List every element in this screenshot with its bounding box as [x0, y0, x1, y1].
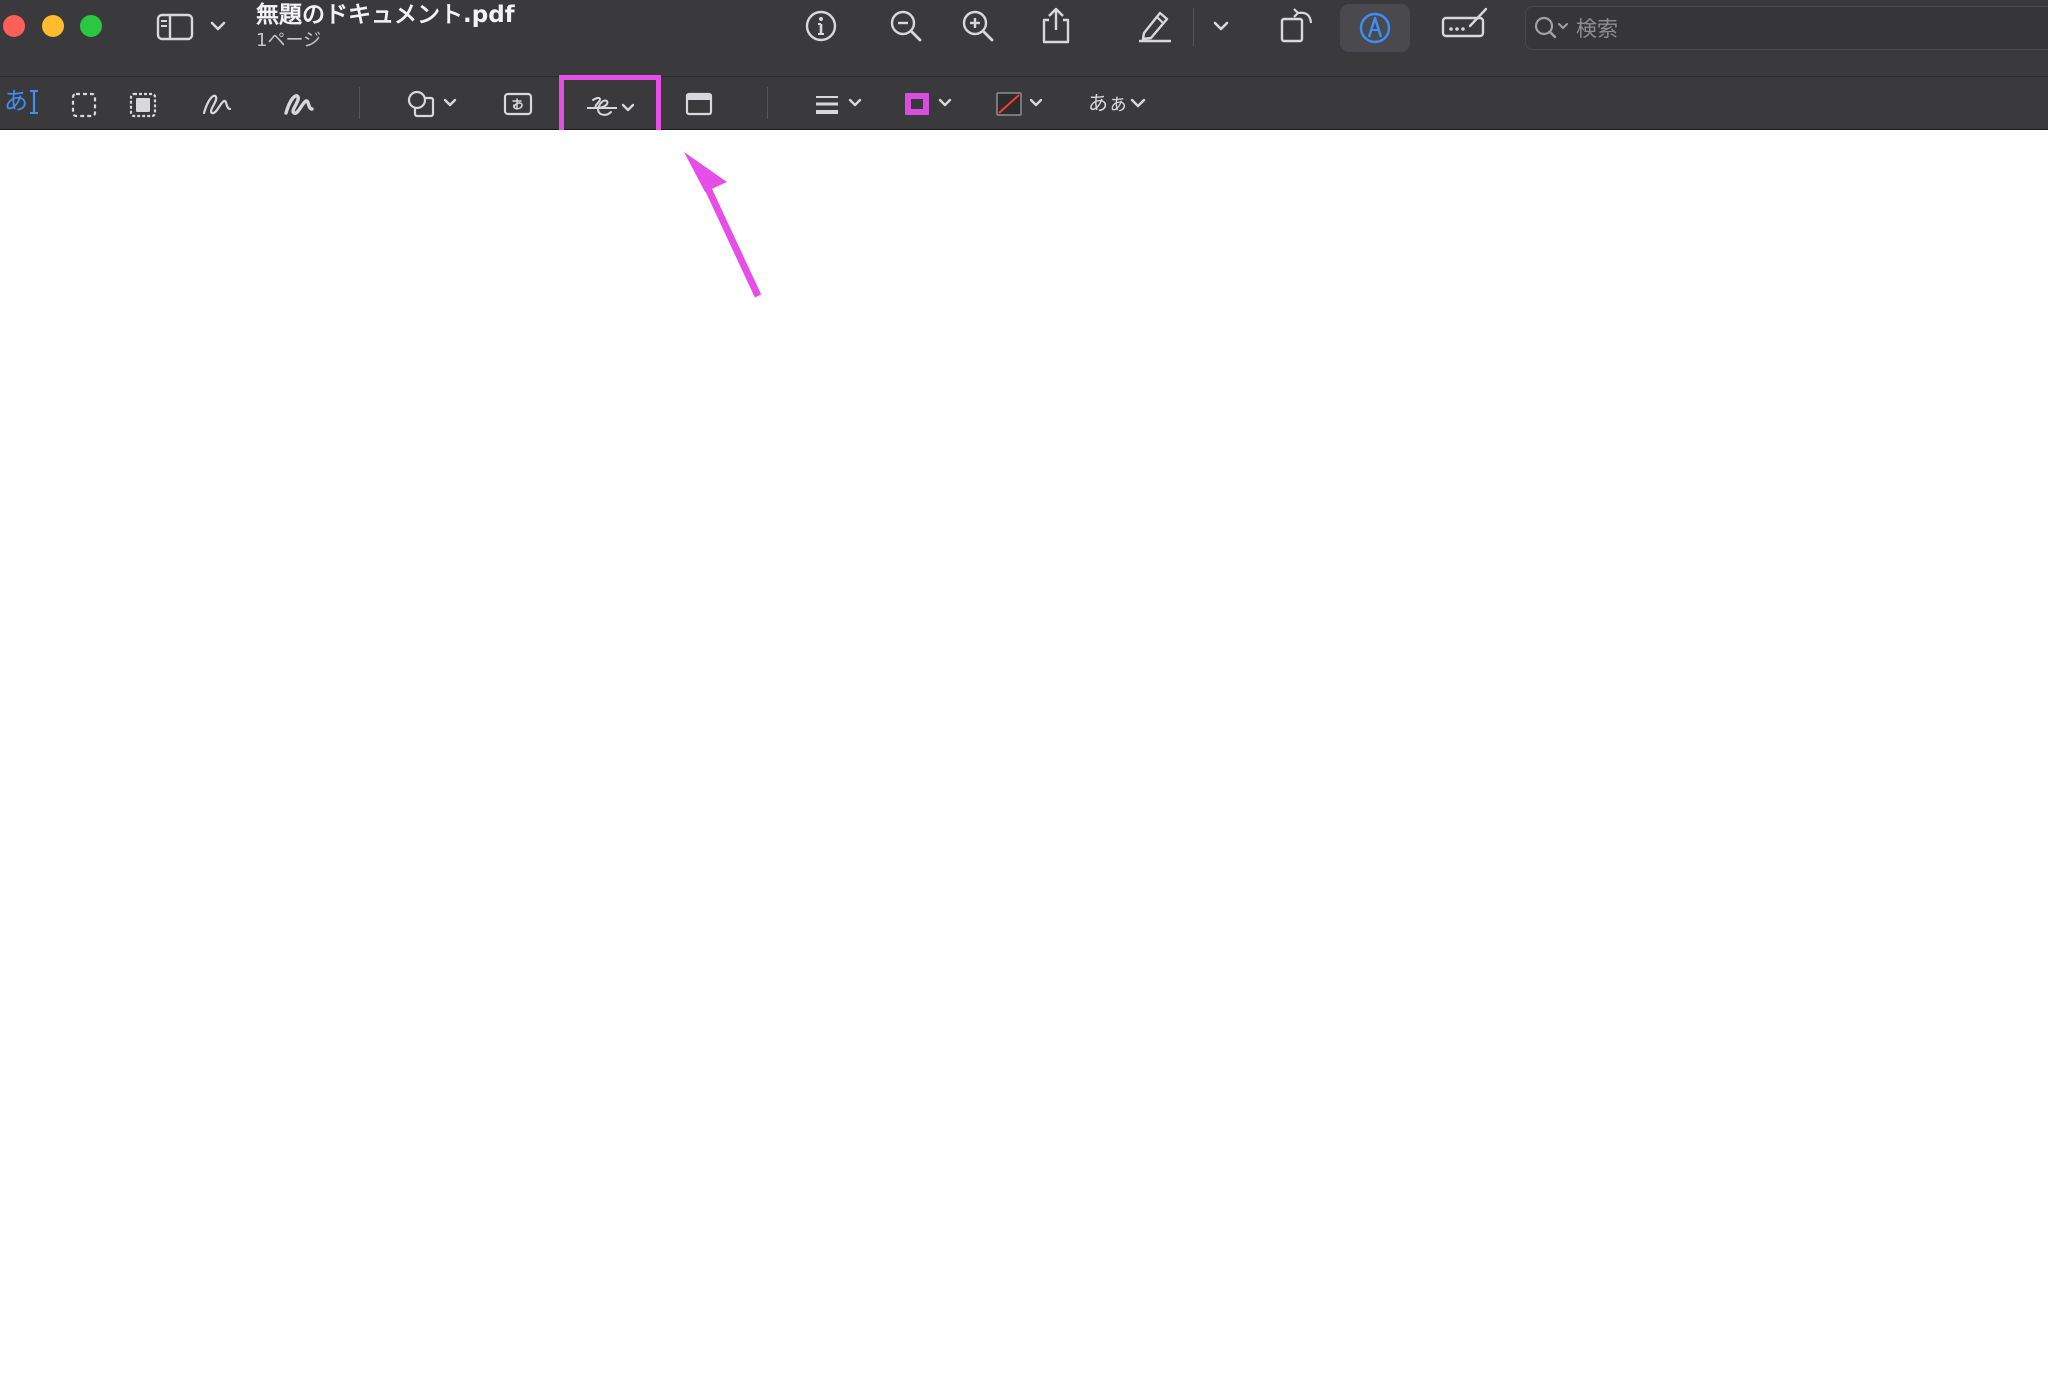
markup-toolbar: あ あぁ: [0, 75, 2048, 137]
sidebar-options-button[interactable]: [208, 18, 228, 34]
form-fill-icon: [1441, 7, 1488, 38]
fill-color-icon: [996, 92, 1043, 116]
sidebar-icon: [156, 13, 194, 41]
page-count: 1ページ: [256, 30, 322, 51]
zoom-window-button[interactable]: [80, 15, 102, 37]
note-tool[interactable]: [684, 90, 714, 118]
toolbar-divider: [359, 87, 360, 119]
text-box-tool[interactable]: [502, 90, 534, 118]
shape-style-tool[interactable]: [814, 91, 870, 119]
chevron-down-icon: [1213, 21, 1229, 31]
text-style-label: あぁ: [1088, 91, 1128, 115]
toolbar-divider: [767, 87, 768, 119]
line-weight-icon: [816, 96, 862, 114]
annotation-arrow: [684, 152, 762, 298]
rotate-button[interactable]: [1278, 5, 1318, 45]
border-color-tool[interactable]: [903, 90, 959, 118]
rotate-icon: [1280, 8, 1313, 43]
highlighter-icon: [1139, 11, 1171, 43]
sidebar-toggle-button[interactable]: [156, 12, 196, 42]
search-field[interactable]: [1525, 6, 2048, 50]
share-button[interactable]: [1038, 5, 1074, 45]
search-icon: [1534, 16, 1568, 39]
info-button[interactable]: [803, 8, 839, 44]
window-toolbar: 無題のドキュメント.pdf 1ページ: [0, 0, 2048, 76]
sketch-tool[interactable]: [200, 89, 234, 119]
text-box-icon: [503, 92, 533, 116]
chevron-down-icon: [1130, 98, 1146, 108]
signature-icon: [587, 96, 635, 116]
draw-icon: [284, 94, 314, 115]
rectangular-selection-icon: [71, 92, 97, 118]
shapes-tool[interactable]: [405, 89, 461, 119]
fill-color-tool[interactable]: [995, 90, 1051, 118]
draw-tool[interactable]: [282, 89, 316, 119]
smart-lasso-icon: [129, 92, 157, 118]
chevron-down-icon: [210, 21, 226, 31]
zoom-in-button[interactable]: [960, 8, 996, 44]
markup-pen-icon: [1359, 12, 1391, 44]
search-input[interactable]: [1574, 13, 2028, 45]
info-icon: [805, 10, 837, 42]
shapes-icon: [407, 90, 457, 118]
text-cursor-icon: [30, 90, 38, 114]
highlight-options-button[interactable]: [1211, 18, 1231, 34]
note-icon: [685, 92, 713, 116]
minimize-window-button[interactable]: [42, 15, 64, 37]
zoom-out-icon: [890, 10, 922, 42]
sign-tool-button[interactable]: [559, 75, 661, 137]
markup-toggle-button[interactable]: [1340, 4, 1410, 52]
close-window-button[interactable]: [3, 15, 25, 37]
zoom-out-button[interactable]: [888, 8, 924, 44]
smart-lasso-tool[interactable]: [128, 91, 158, 119]
toolbar-divider: [1193, 8, 1194, 46]
highlight-button[interactable]: [1136, 7, 1174, 43]
zoom-in-icon: [962, 10, 994, 42]
sketch-icon: [202, 94, 232, 115]
share-icon: [1042, 7, 1070, 44]
border-color-icon: [905, 93, 952, 115]
form-fill-button[interactable]: [1440, 6, 1490, 42]
window-title: 無題のドキュメント.pdf: [256, 2, 515, 28]
document-canvas[interactable]: [0, 130, 2048, 1394]
text-selection-label: あ: [4, 87, 28, 115]
rectangular-selection-tool[interactable]: [70, 91, 98, 119]
